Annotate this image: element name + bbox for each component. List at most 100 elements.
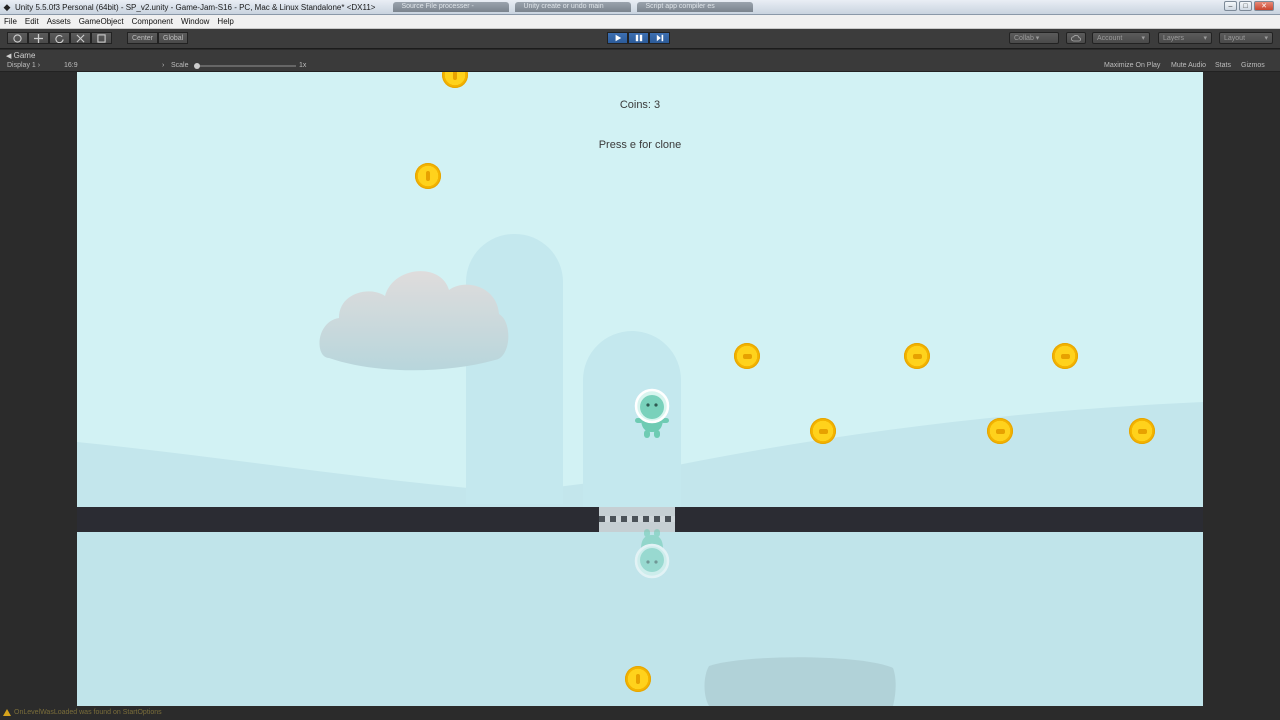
tab-game-label: Game (13, 51, 36, 60)
pause-icon (635, 34, 642, 42)
coin (415, 163, 441, 189)
layers-label: Layers (1163, 34, 1185, 42)
coin-mark (1137, 428, 1147, 434)
play-icon (615, 34, 621, 42)
cloud-group (1066, 32, 1086, 44)
chevron-down-icon: ▾ (1203, 35, 1207, 42)
layers-dropdown[interactable]: Layers ▾ (1158, 32, 1212, 44)
coin-counter: Coins: 3 (619, 99, 661, 111)
space-label: Global (163, 34, 184, 42)
coin-mark (453, 72, 457, 80)
coin (1129, 418, 1155, 444)
game-viewport[interactable]: Coins: 3 Press e for clone (77, 72, 1203, 706)
hand-icon (13, 33, 22, 43)
coin-mark (995, 428, 1005, 434)
layers-group: Layers ▾ (1158, 32, 1212, 44)
coin (904, 343, 930, 369)
taskbar-tab[interactable]: Script app compiler es (637, 2, 754, 12)
tab-game[interactable]: ◀ Game (6, 51, 35, 60)
status-bar: OnLevelWasLoaded was found on StartOptio… (0, 707, 1280, 720)
display-label: Display 1 (7, 62, 36, 69)
window-controls: ‒ □ ✕ (1224, 1, 1274, 11)
scale-value: 1x (299, 62, 307, 69)
pause-button[interactable] (628, 32, 649, 44)
taskbar-tab[interactable]: Unity create or undo main (515, 2, 632, 12)
clone-hint: Press e for clone (598, 139, 682, 151)
collab-dropdown[interactable]: Collab ▾ (1009, 32, 1059, 44)
coin (810, 418, 836, 444)
aspect-dropdown[interactable]: 16:9 (64, 62, 78, 69)
cloud-button[interactable] (1066, 32, 1086, 44)
playback-controls (607, 32, 670, 44)
menu-component[interactable]: Component (128, 17, 177, 26)
taskbar-tabs: Source File processer - Unity create or … (393, 2, 754, 12)
pivot-toggles: Center Global (127, 32, 189, 44)
menu-file[interactable]: File (0, 17, 21, 26)
rotate-icon (55, 34, 64, 43)
console-message[interactable]: OnLevelWasLoaded was found on StartOptio… (14, 709, 162, 716)
close-button[interactable]: ✕ (1254, 1, 1274, 11)
menu-gameobject[interactable]: GameObject (75, 17, 128, 26)
chevron-right-icon: › (37, 62, 41, 69)
unity-logo-icon: ◆ (3, 1, 11, 12)
layout-label: Layout (1224, 34, 1246, 42)
menu-bar: File Edit Assets GameObject Component Wi… (0, 15, 1280, 29)
account-dropdown[interactable]: Account ▾ (1092, 32, 1150, 44)
coin-mark (636, 674, 640, 684)
game-controller-icon: ◀ (6, 53, 12, 60)
play-button[interactable] (607, 32, 628, 44)
hand-tool-button[interactable] (7, 32, 28, 44)
gizmos-dropdown[interactable]: Gizmos (1241, 62, 1265, 69)
coin (625, 666, 651, 692)
chevron-down-icon: ▾ (1141, 35, 1145, 42)
pivot-label: Center (132, 34, 154, 42)
layout-group: Layout ▾ (1219, 32, 1273, 44)
right-toolbar: Collab ▾ (1009, 32, 1059, 44)
coin (734, 343, 760, 369)
minimize-button[interactable]: ‒ (1224, 1, 1237, 11)
scale-label: Scale (171, 62, 189, 69)
window-title-bar: ◆ Unity 5.5.0f3 Personal (64bit) - SP_v2… (0, 0, 1280, 15)
cloud (319, 271, 509, 371)
scale-slider[interactable] (194, 63, 296, 69)
stats-toggle[interactable]: Stats (1215, 62, 1231, 69)
menu-assets[interactable]: Assets (43, 17, 75, 26)
layout-dropdown[interactable]: Layout ▾ (1219, 32, 1273, 44)
rect-tool-button[interactable] (91, 32, 112, 44)
pivot-global-button[interactable]: Global (158, 32, 189, 44)
coin (987, 418, 1013, 444)
slider-knob[interactable] (194, 63, 200, 69)
maximize-button[interactable]: □ (1239, 1, 1252, 11)
coin (1052, 343, 1078, 369)
menu-help[interactable]: Help (213, 17, 237, 26)
bridge-stripe (599, 516, 675, 522)
menu-edit[interactable]: Edit (21, 17, 43, 26)
transform-tools (7, 32, 112, 44)
coin-mark (742, 353, 752, 359)
taskbar-tab[interactable]: Source File processer - (393, 2, 510, 12)
move-tool-button[interactable] (28, 32, 49, 44)
step-button[interactable] (649, 32, 670, 44)
player-astronaut (634, 388, 670, 438)
collab-label: Collab ▾ (1014, 35, 1040, 42)
game-panel-header: ◀ Game (0, 50, 1280, 61)
cloud-icon (1071, 34, 1081, 41)
player-clone-reflection (634, 529, 670, 579)
account-group: Account ▾ (1092, 32, 1150, 44)
lower-cloud (704, 657, 896, 706)
display-dropdown[interactable]: Display 1 › (7, 62, 40, 69)
scale-tool-button[interactable] (70, 32, 91, 44)
chevron-right-icon: › (162, 62, 165, 69)
mute-audio-toggle[interactable]: Mute Audio (1171, 62, 1206, 69)
warning-icon (3, 709, 11, 716)
maximize-on-play-toggle[interactable]: Maximize On Play (1104, 62, 1160, 69)
chevron-down-icon: ▾ (1264, 35, 1268, 42)
rect-icon (97, 33, 106, 43)
menu-window[interactable]: Window (177, 17, 213, 26)
coin-mark (818, 428, 828, 434)
pivot-center-button[interactable]: Center (127, 32, 159, 44)
coin-mark (1060, 353, 1070, 359)
rotate-tool-button[interactable] (49, 32, 70, 44)
scale-icon (76, 34, 85, 42)
aspect-label: 16:9 (64, 62, 78, 69)
